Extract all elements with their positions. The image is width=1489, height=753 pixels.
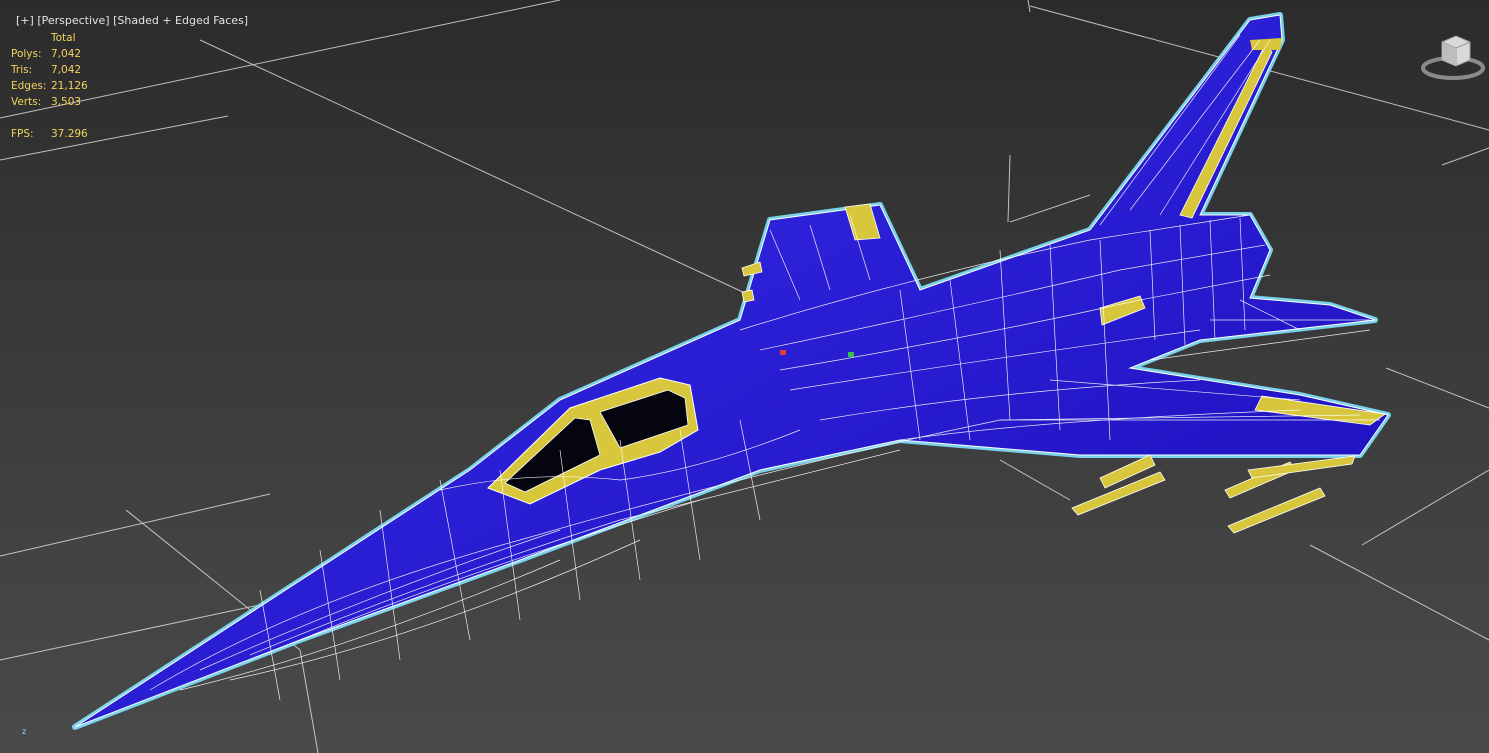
axis-tripod-z-label: z: [22, 727, 27, 736]
stats-key: FPS:: [11, 128, 34, 140]
stats-value: 37.296: [51, 128, 88, 140]
stats-key: Verts:: [11, 96, 42, 108]
stats-key: Edges:: [11, 80, 47, 92]
perspective-viewport[interactable]: [+] [Perspective] [Shaded + Edged Faces]…: [0, 0, 1489, 753]
statistics-overlay: Total Polys: 7,042 Tris: 7,042 Edges: 21…: [11, 30, 88, 142]
stats-value: 7,042: [51, 64, 82, 76]
stats-value: 21,126: [51, 80, 88, 92]
stats-key: Tris:: [11, 64, 33, 76]
stats-row-edges: Edges: 21,126: [11, 78, 88, 94]
viewport-menu-plus[interactable]: [+]: [16, 14, 34, 27]
viewcube-icon[interactable]: [1420, 28, 1486, 84]
stats-key: Polys:: [11, 48, 42, 60]
stats-row-fps: FPS: 37.296: [11, 126, 88, 142]
stats-value: 3,503: [51, 96, 82, 108]
stats-row-tris: Tris: 7,042: [11, 62, 88, 78]
stats-value: 7,042: [51, 48, 82, 60]
viewport-view-menu[interactable]: [Perspective]: [37, 14, 109, 27]
stats-row-polys: Polys: 7,042: [11, 46, 88, 62]
stats-row-verts: Verts: 3,503: [11, 94, 88, 110]
stats-header: Total: [51, 32, 76, 44]
scene-canvas[interactable]: [0, 0, 1489, 753]
viewport-shading-menu[interactable]: [Shaded + Edged Faces]: [113, 14, 248, 27]
aircraft-model[interactable]: [72, 12, 1391, 730]
